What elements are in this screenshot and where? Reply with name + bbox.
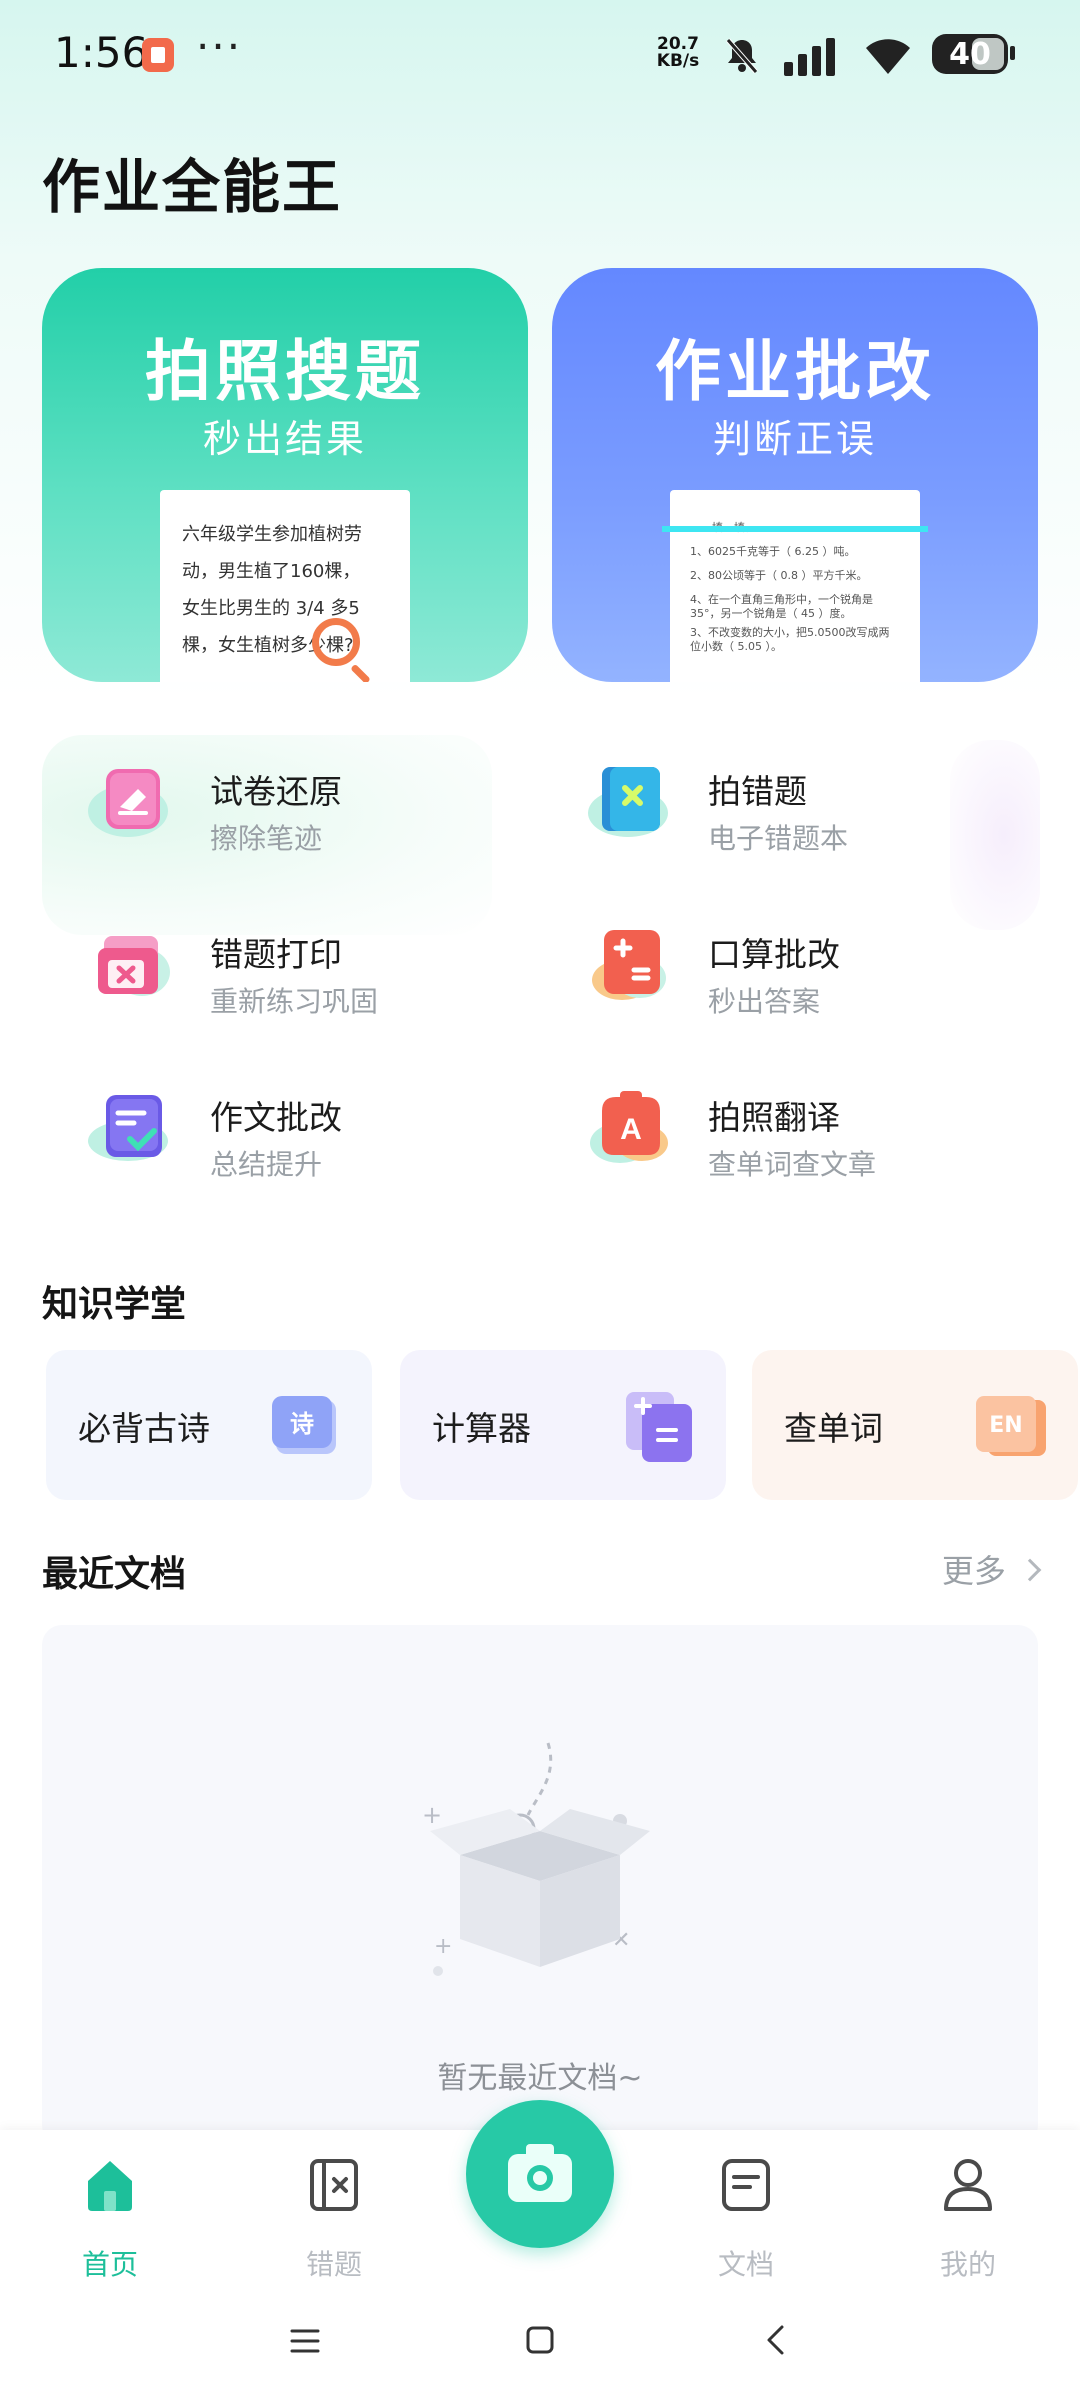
paper-line: 2、80公顷等于（ 0.8 ）平方千米。: [690, 569, 868, 582]
app-notification-icon: [142, 38, 174, 72]
status-time: 1:56: [54, 28, 149, 77]
tool-name: 作文批改: [210, 1098, 342, 1137]
wrong-questions-icon: [310, 2159, 358, 2211]
nav-profile[interactable]: 我的: [898, 2155, 1038, 2281]
print-icon: [98, 936, 170, 996]
menu-icon[interactable]: [290, 2328, 320, 2354]
tool-desc: 擦除笔迹: [210, 822, 323, 855]
nav-label: 错题: [305, 2248, 362, 2281]
scan-line: [662, 526, 928, 532]
document-icon: [722, 2159, 770, 2211]
recent-docs-empty-panel: + + ✕ 暂无最近文档~: [42, 1625, 1038, 2145]
tool-desc: 总结提升: [210, 1148, 323, 1181]
paper-line: 动，男生植了160棵，: [182, 561, 361, 582]
poem-icon: 诗: [272, 1396, 336, 1454]
essay-icon: [88, 1095, 168, 1161]
homework-correction-card[interactable]: 作业批改 判断正误 一、填一填。 1、6025千克等于（ 6.25 ）吨。 2、…: [552, 268, 1038, 682]
more-link[interactable]: 更多: [941, 1546, 1042, 1592]
svg-text:+: +: [434, 1934, 452, 1959]
paper-line: 1、6025千克等于（ 6.25 ）吨。: [690, 545, 856, 558]
camera-button[interactable]: [466, 2100, 614, 2248]
calculator-icon: [626, 1392, 692, 1462]
poem-icon-text: 诗: [290, 1410, 314, 1438]
translate-icon: A: [590, 1091, 668, 1163]
tool-photo-wrong-question[interactable]: 拍错题 电子错题本: [540, 735, 1010, 865]
wifi-icon: [866, 39, 910, 74]
tool-desc: 秒出答案: [708, 985, 821, 1018]
nav-home[interactable]: 首页: [40, 2155, 180, 2281]
back-icon[interactable]: [764, 2324, 786, 2356]
nav-label: 文档: [717, 2248, 774, 2281]
more-notifications-indicator: ···: [196, 22, 243, 71]
chevron-right-icon: [1018, 1558, 1042, 1582]
net-speed-unit: KB/s: [656, 51, 700, 71]
battery-level: 40: [949, 37, 991, 72]
signal-icon: [784, 38, 835, 76]
more-link-label: 更多: [941, 1552, 1006, 1590]
photo-search-title: 拍照搜题: [145, 332, 425, 410]
recent-docs-title: 最近文档: [42, 1554, 187, 1595]
tool-photo-translate[interactable]: A 拍照翻译 查单词查文章: [540, 1061, 1010, 1191]
empty-state-text: 暂无最近文档~: [437, 2061, 643, 2096]
paper-line: 六年级学生参加植树劳: [182, 524, 362, 545]
svg-text:+: +: [422, 1801, 442, 1829]
home-button-icon[interactable]: [526, 2326, 554, 2354]
photo-search-card[interactable]: 拍照搜题 秒出结果 六年级学生参加植树劳 动，男生植了160棵， 女生比男生的 …: [42, 268, 528, 682]
paper-line: 女生比男生的 3/4 多5: [182, 598, 360, 619]
tool-essay-correction[interactable]: 作文批改 总结提升: [42, 1061, 512, 1191]
dictionary-icon-text: EN: [989, 1413, 1022, 1438]
battery-icon: 40: [932, 34, 1008, 74]
calculator-icon: [592, 930, 666, 1000]
knowledge-section-title: 知识学堂: [42, 1284, 187, 1325]
svg-text:A: A: [620, 1113, 642, 1146]
sample-question-paper: 六年级学生参加植树劳 动，男生植了160棵， 女生比男生的 3/4 多5 棵，女…: [160, 490, 410, 682]
wrong-book-icon: [588, 767, 668, 837]
app-title: 作业全能王: [42, 153, 343, 221]
paper-line: 4、在一个直角三角形中，一个锐角是35°，另一个锐角是（ 45 ）度。: [690, 593, 873, 620]
system-nav-bar: [0, 2290, 1080, 2400]
knowledge-card-label: 必背古诗: [78, 1409, 210, 1448]
tool-name: 口算批改: [708, 935, 840, 974]
tool-mental-math-check[interactable]: 口算批改 秒出答案: [540, 898, 1010, 1028]
tool-exam-restore[interactable]: 试卷还原 擦除笔迹: [42, 735, 512, 865]
camera-icon: [508, 2144, 572, 2202]
nav-documents[interactable]: 文档: [676, 2155, 816, 2281]
homework-correction-subtitle: 判断正误: [712, 417, 877, 461]
tool-wrong-question-print[interactable]: 错题打印 重新练习巩固: [42, 898, 512, 1028]
tool-desc: 查单词查文章: [708, 1148, 877, 1181]
knowledge-card-dictionary[interactable]: 查单词 EN: [752, 1350, 1078, 1500]
profile-icon: [944, 2159, 992, 2211]
tool-name: 错题打印: [210, 935, 342, 974]
paper-line: 3、不改变数的大小，把5.0500改写成两位小数（ 5.05 ）。: [690, 626, 890, 653]
knowledge-card-calculator[interactable]: 计算器: [400, 1350, 726, 1500]
empty-box-icon: + + ✕: [422, 1742, 650, 1976]
tool-desc: 电子错题本: [708, 822, 849, 855]
net-speed: 20.7 KB/s: [650, 36, 706, 70]
knowledge-card-poems[interactable]: 必背古诗 诗: [46, 1350, 372, 1500]
dictionary-icon: EN: [976, 1396, 1046, 1456]
photo-search-subtitle: 秒出结果: [202, 417, 367, 461]
tool-name: 拍错题: [708, 772, 807, 811]
eraser-icon: [88, 769, 168, 837]
mute-bell-icon: [726, 38, 758, 74]
tool-name: 试卷还原: [210, 772, 342, 811]
magnifier-icon: [312, 618, 360, 666]
knowledge-card-label: 查单词: [784, 1409, 883, 1448]
tool-name: 拍照翻译: [708, 1098, 840, 1137]
tool-desc: 重新练习巩固: [210, 985, 379, 1018]
sample-homework-paper: 一、填一填。 1、6025千克等于（ 6.25 ）吨。 2、80公顷等于（ 0.…: [670, 490, 920, 682]
status-bar: 1:56 ··· 20.7 KB/s 40: [0, 0, 1080, 110]
nav-wrong-questions[interactable]: 错题: [264, 2155, 404, 2281]
home-icon: [88, 2161, 132, 2211]
nav-label: 首页: [81, 2248, 138, 2281]
nav-label: 我的: [939, 2248, 996, 2281]
knowledge-card-label: 计算器: [432, 1409, 531, 1448]
homework-correction-title: 作业批改: [655, 332, 935, 410]
battery-tip: [1010, 46, 1015, 60]
